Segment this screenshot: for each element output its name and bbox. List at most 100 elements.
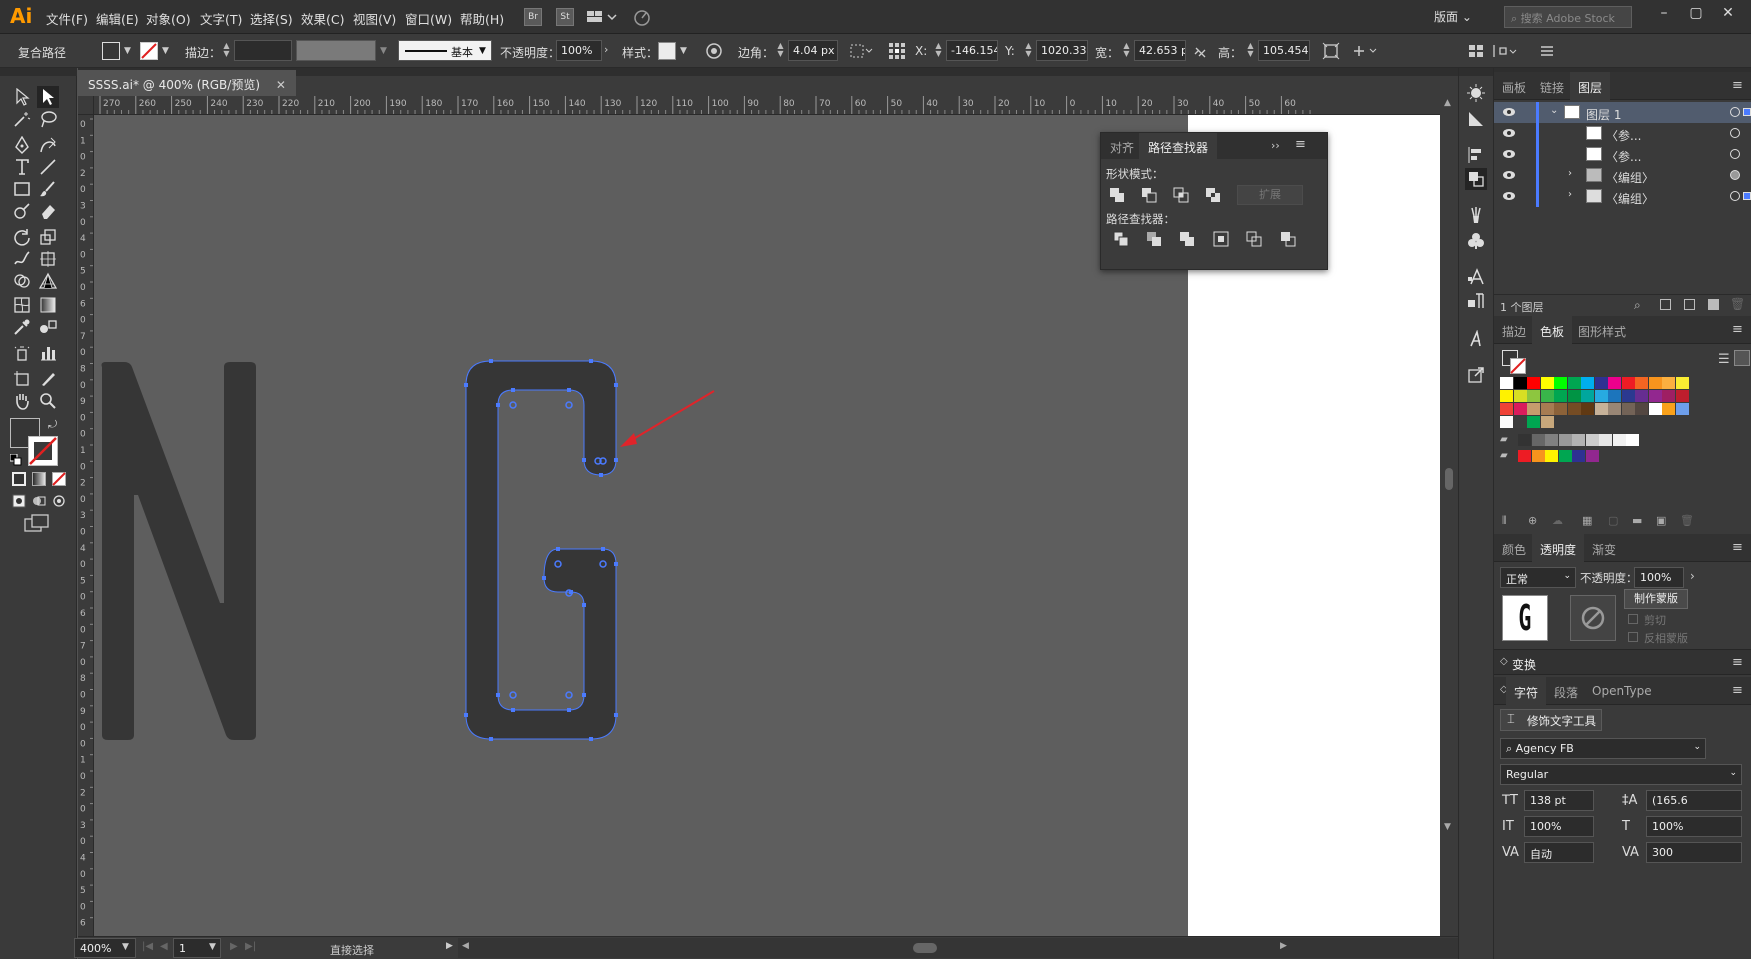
color-swatch[interactable] (1675, 390, 1689, 402)
color-swatch[interactable] (1581, 403, 1594, 415)
tab-character[interactable]: 字符 (1506, 677, 1547, 705)
screen-mode-icon[interactable] (24, 514, 50, 532)
color-swatch[interactable] (1500, 416, 1513, 428)
new-swatch-icon[interactable]: ▣ (1656, 514, 1666, 527)
tools-panel-header[interactable] (0, 68, 77, 76)
color-swatch[interactable] (1585, 434, 1599, 446)
hand-tool-icon[interactable] (11, 390, 33, 412)
brush-definition[interactable]: 基本 ▼ (398, 40, 492, 61)
zoom-tool-icon[interactable] (37, 390, 59, 412)
last-artboard-icon[interactable]: ▶| (245, 941, 256, 952)
draw-inside-icon[interactable] (52, 494, 66, 508)
expand-button[interactable]: 扩展 (1237, 185, 1303, 205)
character-styles-icon[interactable] (1465, 266, 1487, 288)
reference-point-icon[interactable] (888, 42, 906, 60)
menu-file[interactable]: 文件(F) (46, 9, 88, 28)
make-clipping-mask-icon[interactable] (1660, 299, 1671, 310)
font-style-field[interactable]: Regular ⌄ (1500, 764, 1742, 785)
color-swatch[interactable] (1621, 377, 1635, 389)
gradient-tool-icon[interactable] (37, 294, 59, 316)
stroke-weight-field[interactable] (234, 40, 292, 61)
tab-color[interactable]: 颜色 (1494, 534, 1534, 562)
none-mode-icon[interactable] (52, 472, 66, 486)
new-layer-icon[interactable] (1708, 299, 1719, 310)
maximize-button[interactable]: ▢ (1684, 3, 1708, 25)
blend-tool-icon[interactable] (37, 316, 59, 338)
color-swatch[interactable] (1567, 390, 1581, 402)
trash-icon[interactable]: 🗑 (1680, 514, 1694, 527)
transform-icon[interactable] (1322, 42, 1340, 60)
tab-links[interactable]: 链接 (1532, 72, 1572, 100)
brushes-icon[interactable] (1465, 204, 1487, 226)
y-stepper[interactable]: ▲ ▼ (1024, 42, 1033, 58)
color-swatch[interactable] (1540, 403, 1554, 415)
color-swatch[interactable] (1554, 377, 1567, 389)
horizontal-scale-field[interactable]: 100% (1646, 816, 1742, 837)
symbols-icon[interactable] (1465, 230, 1487, 252)
glyphs-icon[interactable] (1465, 328, 1487, 350)
trash-icon[interactable]: 🗑 (1730, 297, 1745, 311)
width-stepper[interactable]: ▲ ▼ (1122, 42, 1131, 58)
color-swatch[interactable] (1675, 403, 1689, 415)
color-swatch[interactable] (1608, 377, 1621, 389)
puppet-warp-icon[interactable] (1352, 42, 1380, 60)
exclude-button[interactable] (1203, 185, 1223, 205)
cloud-icon[interactable]: ☁ (1552, 514, 1563, 527)
x-field[interactable]: -146.154 (946, 40, 998, 61)
shaper-tool-icon[interactable] (11, 200, 33, 222)
column-graph-tool-icon[interactable] (37, 342, 59, 364)
font-size-field[interactable]: 138 pt (1524, 790, 1594, 811)
target-icon[interactable] (1730, 191, 1740, 201)
transform-panel-header[interactable]: ◇ 变换 ≡ (1494, 649, 1751, 675)
scroll-right-icon[interactable]: ▶ (1280, 941, 1287, 951)
layer-name[interactable]: 〈参... (1606, 127, 1641, 144)
color-swatch[interactable] (1662, 403, 1675, 415)
selection-indicator[interactable] (1743, 108, 1751, 116)
paragraph-styles-icon[interactable] (1465, 290, 1487, 312)
chevron-right-icon[interactable]: › (1568, 168, 1572, 179)
status-menu-icon[interactable]: ▶ (446, 941, 453, 951)
chevron-down-icon[interactable]: ▼ (124, 46, 131, 56)
arrange-documents-icon[interactable] (586, 9, 618, 25)
color-swatch[interactable] (1518, 450, 1531, 462)
eyedropper-tool-icon[interactable] (11, 316, 33, 338)
layer-row[interactable]: 〈参... (1494, 123, 1751, 144)
color-swatch[interactable] (1635, 377, 1648, 389)
touch-type-tool-button[interactable]: ⌶ 修饰文字工具 (1500, 709, 1602, 731)
recolor-artwork-icon[interactable] (705, 42, 723, 60)
color-swatch[interactable] (1567, 403, 1581, 415)
fill-swatch[interactable] (102, 42, 120, 60)
color-swatch[interactable] (1527, 403, 1540, 415)
shape-builder-tool-icon[interactable] (11, 270, 33, 292)
chevron-down-icon[interactable]: ⌄ (1550, 105, 1558, 116)
color-swatch[interactable] (1594, 377, 1608, 389)
color-swatch[interactable] (1662, 377, 1675, 389)
vertical-scale-field[interactable]: 100% (1524, 816, 1594, 837)
scale-tool-icon[interactable] (37, 226, 59, 248)
align-icon[interactable] (1468, 43, 1484, 59)
panel-menu-icon[interactable]: ≡ (1732, 655, 1743, 670)
color-swatch[interactable] (1675, 377, 1689, 389)
pathfinder-panel-icon[interactable] (1465, 168, 1487, 190)
color-swatch[interactable] (1612, 434, 1626, 446)
color-swatch[interactable] (1567, 377, 1581, 389)
color-swatch[interactable] (1599, 434, 1612, 446)
corner-radius-field[interactable]: 4.04 px (788, 40, 838, 61)
tab-opentype[interactable]: OpenType (1584, 677, 1660, 705)
color-swatch[interactable] (1540, 390, 1554, 402)
export-icon[interactable] (1465, 364, 1487, 386)
tracking-field[interactable]: 300 (1646, 842, 1742, 863)
tab-gradient[interactable]: 渐变 (1584, 534, 1624, 562)
object-thumbnail[interactable]: G (1502, 595, 1548, 641)
clip-checkbox[interactable] (1628, 614, 1638, 624)
panel-menu-icon[interactable]: ≡ (1295, 137, 1306, 152)
crop-button[interactable] (1211, 229, 1231, 249)
selection-tool-icon[interactable] (11, 86, 33, 108)
chevron-down-icon[interactable]: ▼ (122, 942, 129, 952)
pen-tool-icon[interactable] (11, 134, 33, 156)
layer-row[interactable]: ⌄ 图层 1 (1494, 102, 1751, 123)
eraser-tool-icon[interactable] (37, 200, 59, 222)
link-proportions-icon[interactable] (1193, 44, 1209, 58)
stroke-weight-stepper[interactable]: ▲ ▼ (222, 42, 231, 58)
color-group-icon[interactable]: ▢ (1608, 514, 1618, 527)
